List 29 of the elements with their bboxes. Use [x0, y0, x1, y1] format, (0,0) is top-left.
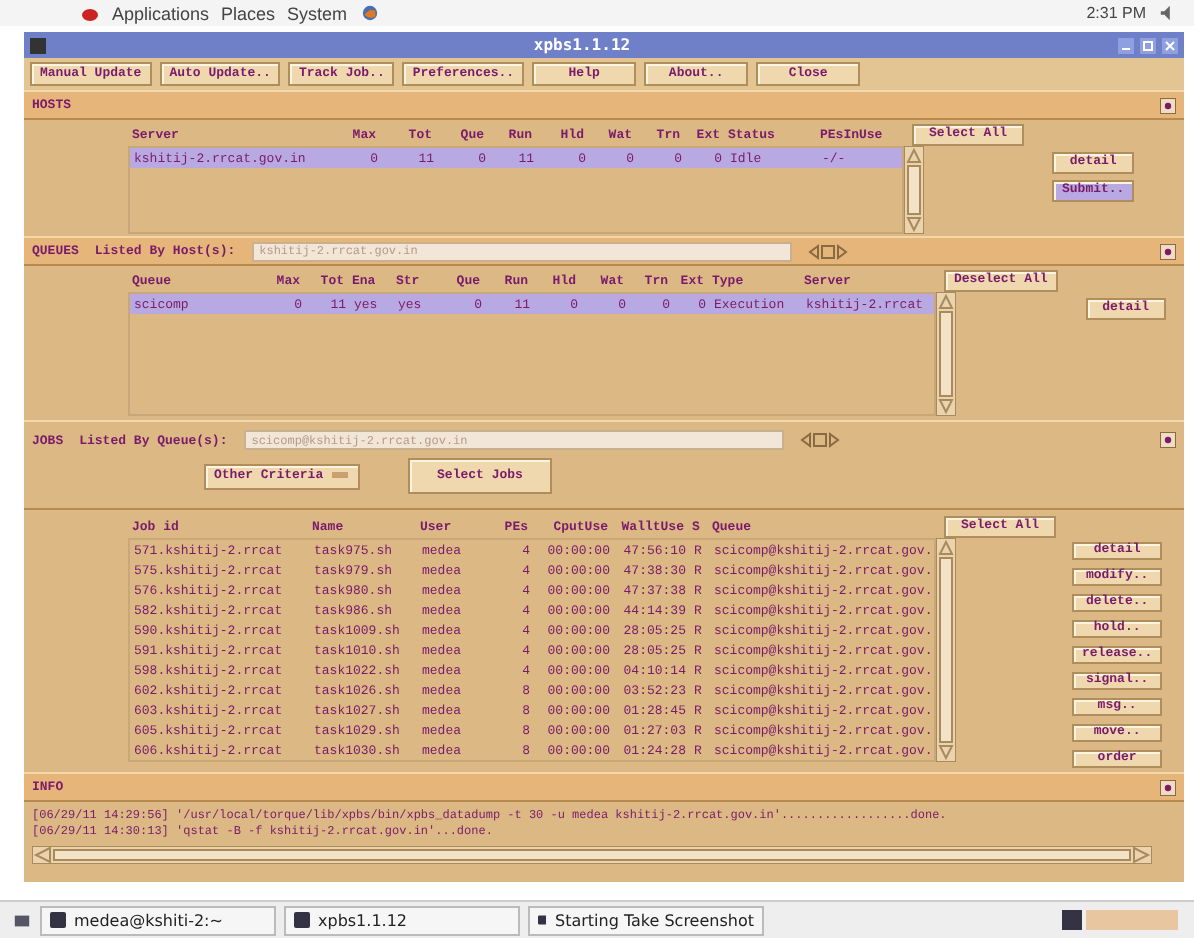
collapse-icon[interactable] — [1160, 779, 1176, 795]
collapse-icon[interactable] — [1160, 432, 1176, 448]
close-icon[interactable] — [1162, 37, 1178, 53]
scroll-arrows-icon[interactable] — [807, 243, 848, 259]
window-title: xpbs1.1.12 — [531, 36, 633, 54]
window-icon — [50, 912, 66, 928]
window-icon — [538, 912, 547, 928]
globe-icon[interactable] — [359, 4, 380, 22]
scrollbar[interactable] — [936, 538, 956, 762]
taskbar-button[interactable]: medea@kshiti-2:~ — [40, 905, 276, 935]
dropdown-icon — [331, 472, 348, 480]
taskbar-button[interactable]: xpbs1.1.12 — [284, 905, 520, 935]
panel-menu[interactable]: System — [287, 3, 348, 23]
collapse-icon[interactable] — [1160, 243, 1176, 259]
scrollbar[interactable] — [32, 846, 1152, 864]
minimize-icon[interactable] — [1118, 37, 1134, 53]
panel-menu[interactable]: Places — [221, 3, 276, 23]
panel-menu[interactable]: Applications — [112, 3, 210, 23]
scrollbar[interactable] — [936, 292, 956, 416]
maximize-icon[interactable] — [1140, 37, 1156, 53]
clock: 2:31 PM — [1086, 4, 1146, 22]
show-desktop-icon[interactable] — [12, 911, 32, 929]
taskbar-button[interactable]: Starting Take Screenshot — [528, 905, 764, 935]
collapse-icon[interactable] — [1160, 97, 1176, 113]
window-icon — [294, 912, 310, 928]
workspace-switcher[interactable] — [1062, 910, 1182, 930]
scroll-arrows-icon[interactable] — [799, 432, 840, 448]
scrollbar[interactable] — [904, 146, 924, 234]
window-menu-icon[interactable] — [30, 37, 46, 53]
